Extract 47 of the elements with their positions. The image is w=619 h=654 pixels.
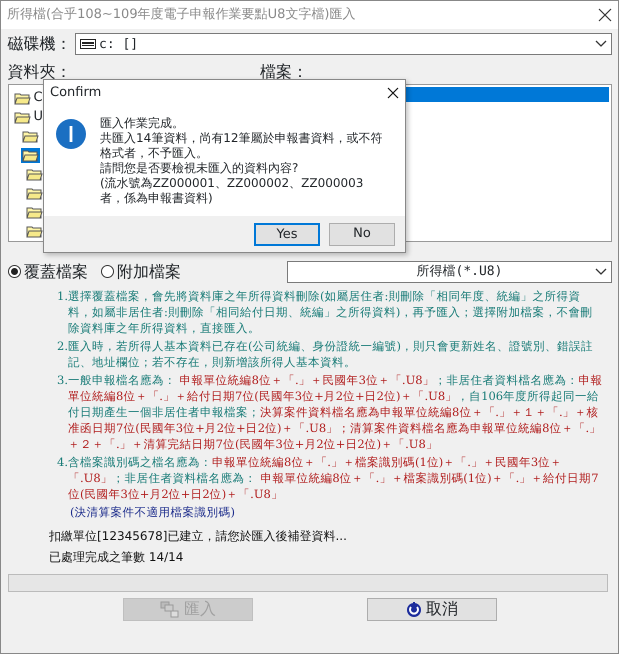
message-text: 共匯入14筆資料，尚有12筆屬於申報書資料，或不符格式者，不予匯入。 [100,131,384,161]
status-text: 已處理完成之筆數 14/14 [49,548,184,566]
dialog-title: Confirm [50,84,102,102]
dialog-button[interactable]: No [329,222,395,246]
radio-button[interactable] [8,265,20,278]
folder-icon[interactable] [20,128,40,144]
folder-icon[interactable] [12,90,32,106]
window-title: 所得檔(合乎108~109年度電子申報作業要點U8文字檔)匯入 [7,6,356,24]
import-icon [160,600,180,618]
file-type-dropdown[interactable]: 所得檔(*.U8) [286,260,612,282]
folder-icon[interactable] [24,186,44,200]
radio-label[interactable]: 附加檔案 [117,260,181,284]
folder-icon[interactable] [20,148,40,162]
note-text: 匯入時，若所得人基本資料已存在(公司統編、身份證統一編號)，則只會更新姓名、證號別、錯誤註記、地址欄位；若不存在，則新增該所得人基本資料。 [68,338,594,370]
folder-icon[interactable] [24,204,44,220]
note-number: 1. [57,288,68,304]
note-footer: (決清算案件不適用檔案識別碼) [57,504,604,520]
radio-label[interactable]: 覆蓋檔案 [24,260,88,284]
cancel-icon [406,601,422,617]
note-number: 4. [57,454,68,470]
folder-icon[interactable] [24,166,44,182]
note-number: 3. [57,372,68,388]
folder-icon[interactable] [12,110,32,124]
message-text: 請問您是否要檢視未匯入的資料內容? [100,161,300,176]
folder-name[interactable]: U [34,107,44,127]
folder-label: 資料夾： [8,60,72,82]
files-label: 檔案： [260,60,309,82]
drive-dropdown[interactable]: c: [] [74,33,612,56]
drive-label: 磁碟機： [8,33,72,56]
radio-button[interactable] [100,265,114,278]
message-text: (流水號為ZZ000001、ZZ000002、ZZ000003 者，係為申報書資料) [100,176,364,206]
info-icon [56,119,86,149]
close-icon[interactable] [387,86,399,98]
status-text: 扣繳單位[12345678]已建立，請您於匯入後補登資料... [49,528,348,544]
cancel-button[interactable]: 取消 [367,598,497,620]
note-text: 含檔案識別碼之檔名應為：申報單位統編8位＋「.」＋檔案識別碼(1位)＋「.」＋民國年3位＋「.U8」；非居住者資料檔名應為： 申報單位統編8位＋「.」＋檔案識別碼(1位)＋「.」＋給付日期7位(民國年3位+月2位+日2位)＋「.U8」 [68,454,600,502]
note-text: 一般申報檔名應為： 申報單位統編8位＋「.」＋民國年3位＋「.U8」；非居住者資料檔名應為：申報單位統編8位＋「.」＋給付日期7位(民國年3位+月2位+日2位)＋「.U8」，自106年度所得起同一給付日期產生一個非居住者申報檔案；決算案件資料檔名應為申報單位統編8位＋「.」＋１＋「.」＋核准函日期7位(民國年3位+月2位+日2位)＋「.U8」；清算案件資料檔名應為申報單位統編8位＋「.」＋２＋「.」＋清算完結日期7位(民國年3位+月2位+日2位)＋「.U8」 [68,372,604,452]
close-icon[interactable] [598,8,612,22]
note-text: 選擇覆蓋檔案，會先將資料庫之年所得資料刪除(如屬居住者:則刪除「相同年度、統編」之所得資料，如屬非居住者:則刪除「相同給付日期、統編」之所得資料)，再予匯入；選擇附加檔案，不會刪除資料庫之年所得資料，直接匯入。 [68,288,594,336]
message-text: 匯入作業完成。 [100,116,185,131]
folder-icon[interactable] [24,224,44,238]
folder-name[interactable]: C [34,88,43,108]
file-type-value: 所得檔(*.U8) [416,262,504,281]
drive-icon [80,39,96,50]
dialog-button[interactable]: Yes [254,222,320,246]
note-number: 2. [57,338,68,354]
drive-value: c: [] [99,36,140,54]
